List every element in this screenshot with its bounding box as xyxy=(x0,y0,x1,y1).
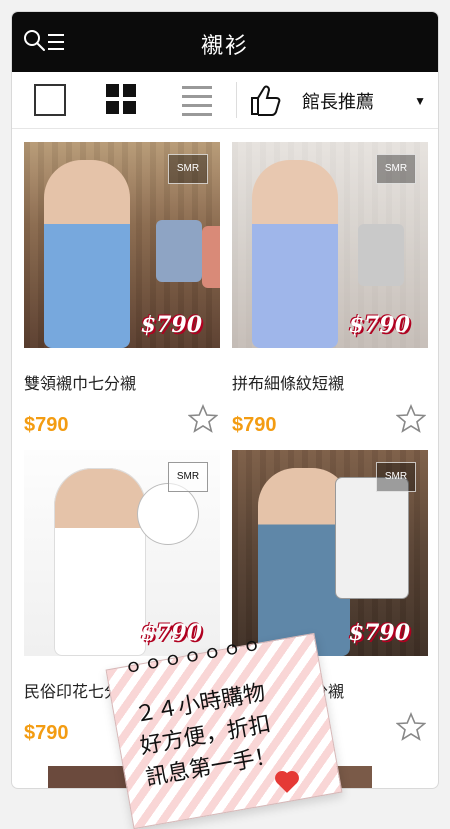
brand-logo: SMR xyxy=(168,462,208,492)
product-card[interactable]: SMR $790 拼布細條紋短襯 $790 xyxy=(232,142,428,437)
product-name[interactable]: 拼布細條紋短襯 xyxy=(232,370,428,394)
view-toolbar: 館長推薦 ▼ xyxy=(12,72,438,129)
product-image[interactable]: SMR $790 xyxy=(24,142,220,348)
product-image[interactable]: SMR $790 xyxy=(24,450,220,656)
image-price-tag: $790 xyxy=(348,620,410,646)
brand-logo: SMR xyxy=(376,154,416,184)
top-bar: 襯衫 xyxy=(12,12,438,72)
thumbs-up-icon xyxy=(251,85,281,116)
product-image[interactable]: SMR $790 xyxy=(232,142,428,348)
product-image[interactable]: SMR $790 xyxy=(232,450,428,656)
image-price-tag: $790 xyxy=(140,312,202,338)
dropdown-caret-icon[interactable]: ▼ xyxy=(414,94,426,108)
sort-select[interactable]: 館長推薦 xyxy=(302,88,374,114)
single-view-icon[interactable] xyxy=(34,84,66,116)
page-title: 襯衫 xyxy=(200,34,249,59)
image-price-tag: $790 xyxy=(348,312,410,338)
product-name[interactable]: 雙領襯巾七分襯 xyxy=(24,370,220,394)
toolbar-divider xyxy=(236,82,237,118)
product-card[interactable]: SMR $790 雙領襯巾七分襯 $790 xyxy=(24,142,220,437)
grid-view-icon[interactable] xyxy=(106,84,138,116)
list-view-icon[interactable] xyxy=(182,84,214,116)
brand-logo: SMR xyxy=(168,154,208,184)
favorite-star-icon[interactable] xyxy=(188,404,218,434)
favorite-star-icon[interactable] xyxy=(396,712,426,742)
favorite-star-icon[interactable] xyxy=(396,404,426,434)
brand-logo: SMR xyxy=(376,462,416,492)
